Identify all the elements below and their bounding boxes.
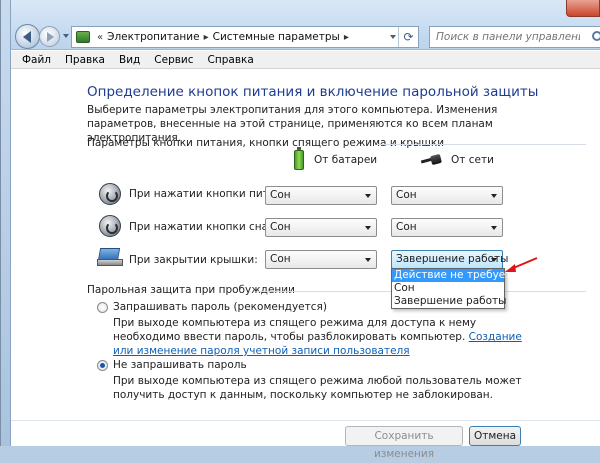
cancel-button[interactable]: Отмена <box>469 426 521 446</box>
menu-view[interactable]: Вид <box>112 54 147 66</box>
option-sleep[interactable]: Сон <box>392 282 504 295</box>
search-box[interactable] <box>429 26 600 48</box>
power-button-battery-select[interactable]: Сон <box>265 186 377 205</box>
lid-close-battery-select[interactable]: Сон <box>265 250 377 269</box>
recent-pages-dropdown[interactable] <box>63 34 69 38</box>
chevron-down-icon <box>491 226 497 230</box>
menu-file[interactable]: Файл <box>15 54 58 66</box>
back-button[interactable] <box>15 24 40 49</box>
chevron-down-icon <box>491 194 497 198</box>
lid-close-ac-select[interactable]: Завершение работы <box>391 250 508 269</box>
ac-column-label: От сети <box>451 154 494 166</box>
sleep-button-ac-select[interactable]: Сон <box>391 218 503 237</box>
save-changes-button[interactable]: Сохранить изменения <box>345 426 463 460</box>
no-password-label[interactable]: Не запрашивать пароль <box>113 359 247 371</box>
footer-divider <box>11 420 600 421</box>
forward-button[interactable] <box>39 26 60 47</box>
control-panel-window: « Электропитание ▸ Системные параметры ▸… <box>0 0 600 460</box>
annotation-arrow-icon <box>503 254 538 272</box>
select-value: Сон <box>396 189 417 201</box>
battery-icon <box>294 147 304 170</box>
no-password-description: При выходе компьютера из спящего режима … <box>113 375 522 401</box>
section-divider <box>377 144 586 145</box>
require-password-text: При выходе компьютера из спящего режима … <box>113 317 477 343</box>
select-value: Сон <box>270 189 291 201</box>
menu-help[interactable]: Справка <box>201 54 261 66</box>
require-password-label[interactable]: Запрашивать пароль (рекомендуется) <box>113 301 327 313</box>
power-buttons-section-heading: Параметры кнопки питания, кнопки спящего… <box>87 137 445 149</box>
select-value: Сон <box>270 253 291 265</box>
page-title: Определение кнопок питания и включение п… <box>87 84 539 100</box>
address-bar[interactable]: « Электропитание ▸ Системные параметры ▸… <box>71 26 419 48</box>
chevron-right-icon[interactable]: ▸ <box>204 32 209 43</box>
require-password-description: При выходе компьютера из спящего режима … <box>113 316 533 358</box>
sleep-button-label: При нажатии кнопки сна: <box>129 221 272 233</box>
option-no-action[interactable]: Действие не требуется <box>392 269 523 282</box>
no-password-radio[interactable] <box>97 360 108 371</box>
navigation-bar: « Электропитание ▸ Системные параметры ▸… <box>11 0 600 50</box>
wake-password-section-heading: Парольная защита при пробуждении <box>87 284 295 296</box>
power-button-ac-select[interactable]: Сон <box>391 186 503 205</box>
close-button[interactable] <box>566 0 600 17</box>
sleep-button-icon <box>99 215 121 237</box>
ac-column-header: От сети <box>421 154 494 166</box>
content-area: Определение кнопок питания и включение п… <box>11 70 600 460</box>
select-value: Сон <box>270 221 291 233</box>
power-plug-icon <box>421 154 443 166</box>
chevron-down-icon <box>365 194 371 198</box>
menu-edit[interactable]: Правка <box>58 54 112 66</box>
breadcrumb-system-settings[interactable]: Системные параметры <box>213 31 340 43</box>
chevron-right-icon[interactable]: ▸ <box>344 32 349 43</box>
address-dropdown-icon[interactable] <box>390 35 396 39</box>
require-password-radio[interactable] <box>97 302 108 313</box>
lid-close-ac-options: Действие не требуется Сон Завершение раб… <box>391 268 523 309</box>
chevron-down-icon <box>365 226 371 230</box>
battery-column-label: От батареи <box>314 154 378 166</box>
search-icon[interactable] <box>592 31 600 41</box>
search-input[interactable] <box>430 27 580 47</box>
refresh-icon[interactable]: ⟳ <box>398 27 418 47</box>
menu-bar: Файл Правка Вид Сервис Справка <box>11 51 600 69</box>
sleep-button-battery-select[interactable]: Сон <box>265 218 377 237</box>
chevron-down-icon <box>491 258 497 262</box>
chevron-left-icon[interactable]: « <box>97 32 103 43</box>
lid-close-label: При закрытии крышки: <box>129 254 258 266</box>
power-button-icon <box>99 183 121 205</box>
option-shutdown[interactable]: Завершение работы <box>392 295 506 308</box>
menu-tools[interactable]: Сервис <box>147 54 200 66</box>
laptop-lid-icon <box>97 248 123 266</box>
battery-column-header: От батареи <box>294 147 378 170</box>
breadcrumb-power-options[interactable]: Электропитание <box>107 31 199 43</box>
background-window-edge <box>1 0 11 446</box>
chevron-down-icon <box>365 258 371 262</box>
control-panel-icon <box>76 31 90 43</box>
select-value: Сон <box>396 221 417 233</box>
